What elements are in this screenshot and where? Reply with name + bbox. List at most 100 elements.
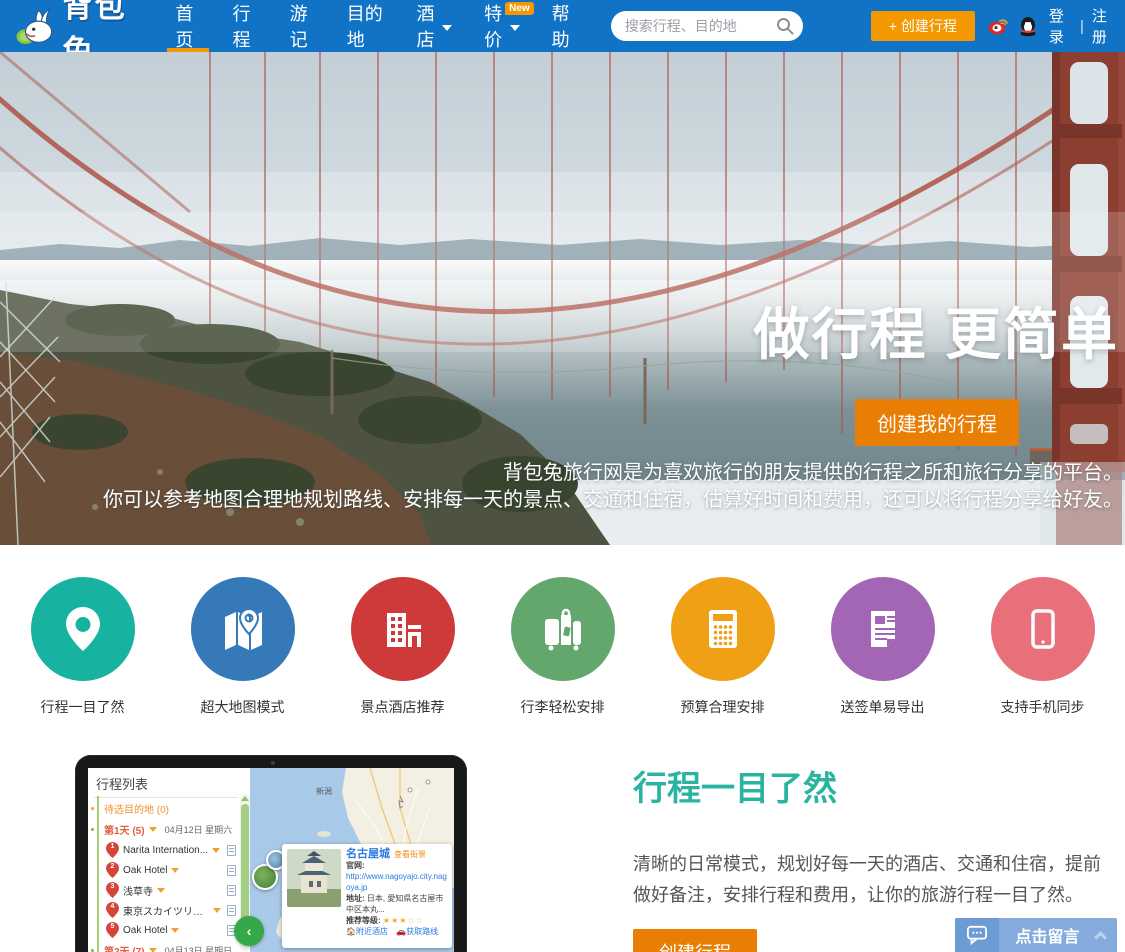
feature-visa-export[interactable]: 送签单易导出: [830, 577, 935, 741]
note-icon[interactable]: [227, 864, 236, 876]
get-route-link[interactable]: 🚗获取路线: [396, 927, 438, 936]
chevron-down-icon: [148, 948, 157, 952]
laptop-mockup: 行程列表 待选目的地 (0) 第1天 (5) 04月12日 星期六 1 Nari…: [75, 755, 467, 952]
pending-destinations-row[interactable]: 待选目的地 (0): [89, 798, 238, 819]
itinerary-stop-row[interactable]: 2 Oak Hotel: [94, 860, 238, 880]
create-my-trip-button[interactable]: 创建我的行程: [855, 399, 1019, 446]
phone-icon: [1030, 609, 1055, 649]
hero-description: 背包兔旅行网是为喜欢旅行的朋友提供的行程之所和旅行分享的平台。 你可以参考地图合…: [0, 460, 1123, 514]
hero-banner: 做行程 更简单 创建我的行程 背包兔旅行网是为喜欢旅行的朋友提供的行程之所和旅行…: [0, 52, 1125, 545]
page: 背包兔 首页 行程 游记 目的地 酒店 特价New 帮助 + 创建行程: [0, 0, 1125, 952]
timeline-dot-icon: [89, 826, 96, 833]
popup-place-link[interactable]: 名古屋城: [346, 848, 390, 860]
itinerary-list-panel: 行程列表 待选目的地 (0) 第1天 (5) 04月12日 星期六 1 Nari…: [88, 768, 240, 952]
feedback-chat-widget[interactable]: 点击留言: [955, 918, 1117, 952]
collapse-panel-button[interactable]: ‹: [234, 916, 264, 946]
nav-item-home[interactable]: 首页: [159, 0, 216, 52]
main-nav: 首页 行程 游记 目的地 酒店 特价 New 帮助: [159, 0, 592, 52]
laptop-screen: 行程列表 待选目的地 (0) 第1天 (5) 04月12日 星期六 1 Nari…: [88, 768, 454, 952]
create-trip-button[interactable]: + 创建行程: [870, 11, 975, 41]
map-panel[interactable]: 新潟 名古屋城 查看街景 官网: http://www.nagoyajo.cit…: [250, 768, 454, 952]
search-button[interactable]: [775, 16, 795, 36]
rabbit-mascot-icon: [16, 7, 53, 45]
feature-label: 超大地图模式: [200, 699, 285, 715]
register-link[interactable]: 注册: [1092, 5, 1115, 47]
rating-stars: ★★★: [382, 916, 408, 925]
itinerary-stop-row[interactable]: 4 東京スカイツリーイ...: [94, 900, 238, 920]
feature-budget-planning[interactable]: 预算合理安排: [670, 577, 775, 741]
map-pin-icon: 4: [106, 902, 119, 918]
feature-itinerary-overview[interactable]: 行程一目了然: [30, 577, 135, 741]
hero-description-line2: 你可以参考地图合理地规划路线、安排每一天的景点、交通和住宿，估算好时间和费用，还…: [103, 489, 1123, 511]
chevron-down-icon: [509, 24, 520, 31]
map-icon: [224, 607, 262, 650]
note-icon[interactable]: [227, 904, 236, 916]
chevron-down-icon: [212, 847, 221, 853]
itinerary-stop-row[interactable]: 5 Oak Hotel: [94, 920, 238, 940]
chevron-down-icon: [442, 24, 453, 31]
chevron-down-icon: [213, 907, 221, 913]
qq-icon[interactable]: [1017, 15, 1039, 37]
scrollbar-thumb[interactable]: [241, 804, 249, 924]
note-icon[interactable]: [227, 844, 236, 856]
feature-label: 行程一目了然: [40, 699, 125, 715]
map-city-label: 新潟: [316, 787, 332, 796]
create-trip-cta-button[interactable]: 创建行程: [633, 929, 757, 952]
nav-item-help[interactable]: 帮助: [536, 0, 593, 52]
timeline-dot-icon: [89, 805, 96, 812]
nav-item-trips[interactable]: 行程: [217, 0, 274, 52]
top-navbar: 背包兔 首页 行程 游记 目的地 酒店 特价New 帮助 + 创建行程: [0, 0, 1125, 68]
feature-big-map-mode[interactable]: 超大地图模式: [190, 577, 295, 741]
feature-luggage-planning[interactable]: 行李轻松安排: [510, 577, 615, 741]
calculator-icon: [708, 610, 737, 648]
location-pin-icon: [65, 607, 100, 651]
day1-header-row[interactable]: 第1天 (5) 04月12日 星期六: [89, 819, 238, 840]
search-icon: [776, 18, 794, 35]
feature-hotel-recommendation[interactable]: 景点酒店推荐: [350, 577, 455, 741]
nav-item-destinations[interactable]: 目的地: [331, 0, 401, 52]
itinerary-stop-row[interactable]: 3 浅草寺: [94, 880, 238, 900]
hero-description-line1: 背包兔旅行网是为喜欢旅行的朋友提供的行程之所和旅行分享的平台。: [503, 462, 1123, 484]
chat-label: 点击留言: [1015, 929, 1080, 946]
street-view-link[interactable]: 查看街景: [394, 850, 426, 859]
timeline-dot-icon: [89, 947, 96, 952]
buildings-icon: [386, 613, 421, 647]
feature-label: 支持手机同步: [1000, 699, 1085, 715]
chevron-down-icon: [148, 827, 157, 832]
login-link[interactable]: 登录: [1049, 5, 1072, 47]
laptop-camera-icon: [271, 761, 275, 765]
nav-item-hotels[interactable]: 酒店: [400, 0, 468, 52]
features-row: 行程一目了然 超大地图模式 景点酒店推荐 行李轻松安排 预算合理安排 送签单易导…: [0, 545, 1125, 741]
feature-mobile-sync[interactable]: 支持手机同步: [990, 577, 1095, 741]
auth-links: 登录 | 注册: [1049, 5, 1115, 47]
showcase-title: 行程一目了然: [633, 770, 837, 808]
feature-label: 预算合理安排: [680, 699, 765, 715]
popup-website-link[interactable]: http://www.nagoyajo.city.nagoya.jp: [346, 871, 447, 893]
scroll-up-icon[interactable]: [241, 796, 249, 801]
feature-label: 送签单易导出: [840, 699, 925, 715]
chevron-down-icon: [171, 867, 180, 873]
luggage-icon: [544, 608, 581, 651]
day2-header-row[interactable]: 第2天 (7) 04月13日 星期日: [89, 940, 238, 952]
chevron-down-icon: [157, 887, 165, 893]
nav-item-deals[interactable]: 特价 New: [468, 0, 536, 52]
note-icon[interactable]: [227, 884, 236, 896]
map-pin-icon: 2: [106, 862, 119, 878]
map-pin-icon: 3: [106, 882, 119, 898]
auth-separator: |: [1079, 17, 1084, 35]
chat-bubble-cell: [955, 918, 999, 952]
itinerary-stop-row[interactable]: 1 Narita Internation...: [94, 840, 238, 860]
itinerary-list-title: 行程列表: [94, 772, 238, 798]
nagoya-castle-photo: [287, 849, 341, 907]
feature-label: 行李轻松安排: [520, 699, 605, 715]
showcase-description: 清晰的日常模式，规划好每一天的酒店、交通和住宿，提前做好备注，安排行程和费用，让…: [633, 854, 1101, 905]
weibo-icon[interactable]: [987, 15, 1009, 37]
map-info-popup: 名古屋城 查看街景 官网: http://www.nagoyajo.city.na…: [282, 844, 452, 948]
nav-item-travelogues[interactable]: 游记: [274, 0, 331, 52]
hero-title: 做行程 更简单: [753, 303, 1119, 366]
chevron-up-icon[interactable]: [1094, 930, 1107, 944]
nearby-hotels-link[interactable]: 🏠附近酒店: [346, 927, 388, 936]
chat-bubble-icon: [967, 925, 987, 945]
social-login: [987, 15, 1039, 37]
search-box: [610, 11, 803, 41]
